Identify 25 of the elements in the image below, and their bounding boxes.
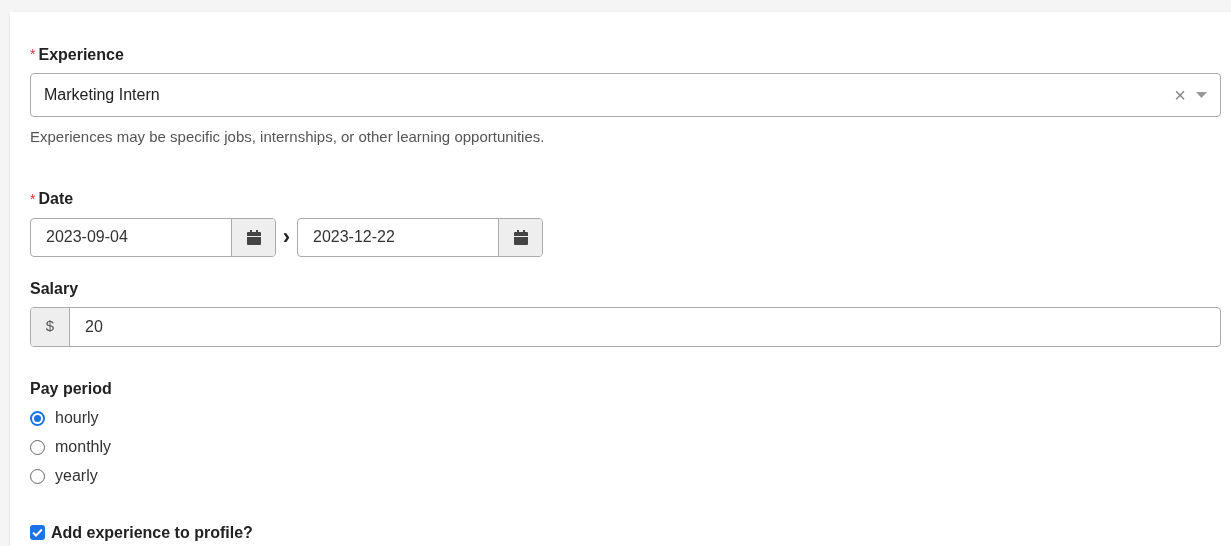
radio-button[interactable] — [30, 410, 45, 426]
caret-icon[interactable] — [1196, 92, 1207, 98]
field-label: Experience — [38, 44, 124, 65]
radio-label: hourly — [55, 408, 99, 428]
calendar-icon — [246, 229, 261, 245]
date-field[interactable]: 2023-12-22 — [297, 217, 543, 257]
currency-prefix: $ — [31, 307, 70, 346]
checkbox[interactable] — [30, 525, 45, 540]
field-label: Date — [38, 189, 74, 209]
radio-label: monthly — [55, 437, 112, 457]
calendar-icon — [513, 229, 528, 245]
required-mark: * — [30, 45, 36, 64]
calendar-button[interactable] — [231, 218, 275, 256]
checkbox-label: Add experience to profile? — [51, 522, 253, 543]
field-label: Salary — [30, 278, 79, 299]
clear-icon[interactable]: × — [1174, 80, 1186, 110]
range-arrow: › — [281, 226, 292, 248]
select-field[interactable]: Marketing Intern × — [30, 73, 1221, 117]
calendar-button[interactable] — [498, 218, 542, 256]
required-mark: * — [30, 189, 36, 209]
help-text: Experiences may be specific jobs, internships, or other learning opportunities. — [30, 127, 546, 147]
radio-label: yearly — [55, 466, 98, 486]
date-field[interactable]: 2023-09-04 — [30, 217, 276, 257]
salary-field[interactable]: $ 20 — [30, 306, 1221, 347]
field-label: Pay period — [30, 378, 112, 399]
